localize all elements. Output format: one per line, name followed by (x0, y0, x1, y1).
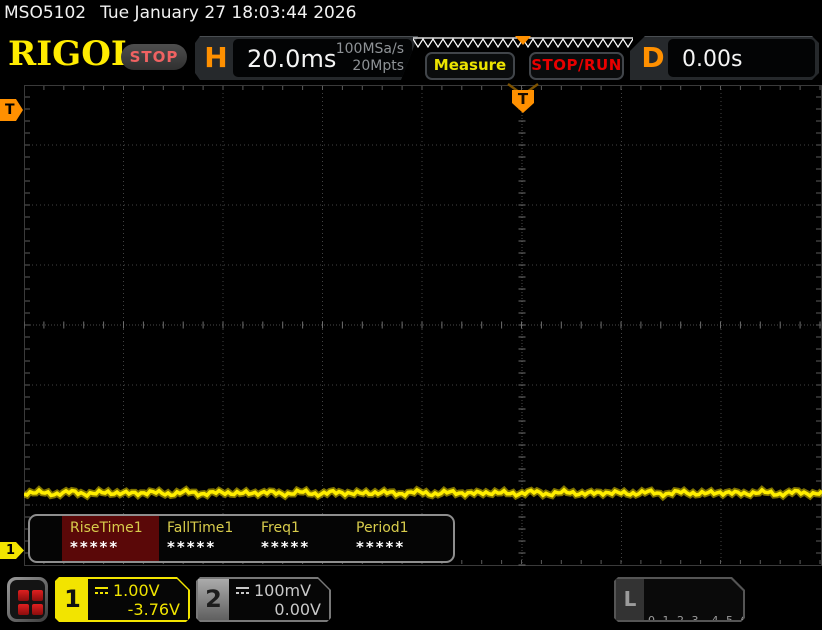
digital-row-1: 0 1 2 3 4 5 6 7 (648, 614, 764, 628)
trigger-position-letter: T (518, 90, 529, 108)
datetime: Tue January 27 18:03:44 2026 (100, 3, 356, 23)
digital-channels-body: L 0 1 2 3 4 5 6 7 8 9 10 11 12 13 14 15 (616, 579, 743, 620)
channel2-scale: 100mV (254, 581, 311, 600)
dc-coupling-icon (235, 586, 250, 597)
channel1-number: 1 (57, 579, 88, 620)
channel1-badge[interactable]: 1 1.00V -3.76V (55, 577, 190, 622)
trigger-delay-panel[interactable]: D 0.00s (630, 36, 819, 80)
channel2-badge[interactable]: 2 100mV 0.00V (196, 577, 331, 622)
measurement-spacer (30, 516, 62, 561)
multi-window-button-face (10, 580, 45, 619)
logic-label: L (616, 579, 644, 620)
quad-grid-square (32, 604, 43, 615)
timebase-value: 20.0ms (247, 45, 336, 73)
timebase-inset: 20.0ms 100MSa/s 20Mpts (233, 39, 412, 77)
measurement-panel: RiseTime1 ***** FallTime1 ***** Freq1 **… (28, 514, 455, 563)
quad-grid-square (18, 590, 29, 601)
delay-label: D (638, 41, 668, 74)
channel1-offset: -3.76V (94, 600, 180, 619)
acquisition-status-badge: STOP (121, 44, 187, 70)
channel2-offset: 0.00V (235, 600, 321, 619)
quad-grid-square (32, 590, 43, 601)
trigger-position-marker[interactable]: T (505, 81, 541, 121)
model-name: MSO5102 (4, 3, 86, 23)
measure-button[interactable]: Measure (425, 52, 515, 80)
measurement-risetime[interactable]: RiseTime1 ***** (62, 516, 159, 561)
rigol-logo: RIGOL (8, 34, 135, 74)
horizontal-timebase-panel[interactable]: H 20.0ms 100MSa/s 20Mpts (195, 36, 418, 80)
memory-depth: 20Mpts (336, 58, 404, 75)
horizontal-label: H (201, 41, 231, 74)
channel2-number: 2 (198, 579, 229, 620)
quad-grid-square (18, 604, 29, 615)
oscilloscope-screen: MSO5102 Tue January 27 18:03:44 2026 RIGO… (0, 0, 822, 630)
delay-inset: 0.00s (668, 39, 815, 77)
title-bar: MSO5102 Tue January 27 18:03:44 2026 (4, 3, 356, 23)
measurement-falltime[interactable]: FallTime1 ***** (159, 516, 253, 561)
dc-coupling-icon (94, 586, 109, 597)
overview-trigger-indicator-icon (515, 36, 531, 45)
graticule-grid (24, 85, 822, 566)
channel1-scale: 1.00V (113, 581, 160, 600)
multi-window-button[interactable] (7, 577, 48, 622)
measurement-period[interactable]: Period1 ***** (348, 516, 450, 561)
digital-channels-badge[interactable]: L 0 1 2 3 4 5 6 7 8 9 10 11 12 13 14 15 (614, 577, 745, 622)
sample-rate-block: 100MSa/s 20Mpts (336, 41, 404, 75)
delay-value: 0.00s (682, 47, 742, 72)
trigger-level-marker[interactable]: T (0, 99, 23, 121)
sample-rate: 100MSa/s (336, 41, 404, 58)
channel2-values: 100mV 0.00V (229, 579, 329, 620)
channel1-ground-marker[interactable]: 1 (0, 542, 24, 559)
channel1-values: 1.00V -3.76V (88, 579, 188, 620)
digital-channel-list: 0 1 2 3 4 5 6 7 8 9 10 11 12 13 14 15 (648, 586, 764, 630)
waveform-overview-strip[interactable] (413, 35, 633, 51)
stop-run-button[interactable]: STOP/RUN (529, 52, 624, 80)
measurement-freq[interactable]: Freq1 ***** (253, 516, 348, 561)
quad-grid-icon (18, 590, 43, 615)
